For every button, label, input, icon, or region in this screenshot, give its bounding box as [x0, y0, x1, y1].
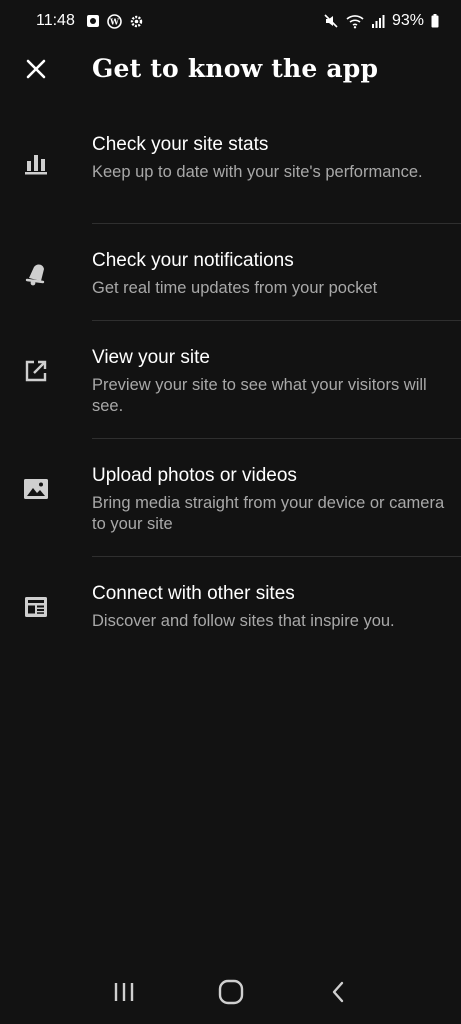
settings-gear-icon: [129, 14, 144, 29]
feature-text: Check your notifications Get real time u…: [92, 248, 461, 299]
feature-description: Get real time updates from your pocket: [92, 279, 378, 297]
signal-icon: [371, 14, 385, 28]
status-right: 93%: [323, 12, 439, 30]
status-time: 11:48: [36, 12, 75, 29]
recents-icon: [112, 981, 136, 1008]
battery-icon: [431, 14, 439, 28]
feature-title: Check your notifications: [92, 250, 294, 271]
wordpress-icon: W: [107, 13, 122, 29]
header: Get to know the app: [0, 50, 461, 92]
feature-connect-sites[interactable]: Connect with other sites Discover and fo…: [0, 557, 461, 647]
mute-icon: [323, 13, 339, 29]
feature-list: Check your site stats Keep up to date wi…: [0, 108, 461, 647]
feature-text: View your site Preview your site to see …: [92, 345, 461, 417]
status-bar: 11:48 W 93%: [0, 0, 461, 42]
wifi-icon: [346, 13, 364, 29]
feature-view-site[interactable]: View your site Preview your site to see …: [0, 321, 461, 439]
feature-text: Connect with other sites Discover and fo…: [92, 581, 461, 632]
feature-title: Check your site stats: [92, 134, 269, 155]
feature-description: Bring media straight from your device or…: [92, 494, 445, 533]
svg-text:W: W: [109, 16, 120, 26]
bell-icon: [22, 260, 50, 288]
home-icon: [218, 979, 244, 1010]
battery-percent: 93%: [391, 12, 424, 29]
feature-description: Preview your site to see what your visit…: [92, 376, 427, 415]
feature-description: Discover and follow sites that inspire y…: [92, 612, 395, 630]
page-title: Get to know the app: [92, 54, 379, 83]
close-button[interactable]: [20, 55, 52, 87]
reader-icon: [22, 593, 50, 621]
status-left: 11:48 W: [36, 12, 144, 30]
notification-icon: [86, 14, 100, 28]
bar-chart-icon: [22, 150, 50, 178]
recents-button[interactable]: [104, 974, 144, 1014]
back-button[interactable]: [318, 974, 358, 1014]
external-link-icon: [22, 357, 50, 385]
home-button[interactable]: [211, 974, 251, 1014]
feature-text: Check your site stats Keep up to date wi…: [92, 132, 461, 183]
feature-text: Upload photos or videos Bring media stra…: [92, 463, 461, 535]
feature-site-stats[interactable]: Check your site stats Keep up to date wi…: [0, 108, 461, 224]
feature-title: Upload photos or videos: [92, 465, 297, 486]
close-icon: [26, 59, 46, 84]
back-icon: [330, 980, 346, 1009]
feature-description: Keep up to date with your site's perform…: [92, 163, 423, 181]
feature-title: Connect with other sites: [92, 583, 295, 604]
feature-upload-media[interactable]: Upload photos or videos Bring media stra…: [0, 439, 461, 557]
feature-notifications[interactable]: Check your notifications Get real time u…: [0, 224, 461, 321]
image-icon: [22, 475, 50, 503]
system-nav-bar: [0, 964, 461, 1024]
feature-title: View your site: [92, 347, 210, 368]
